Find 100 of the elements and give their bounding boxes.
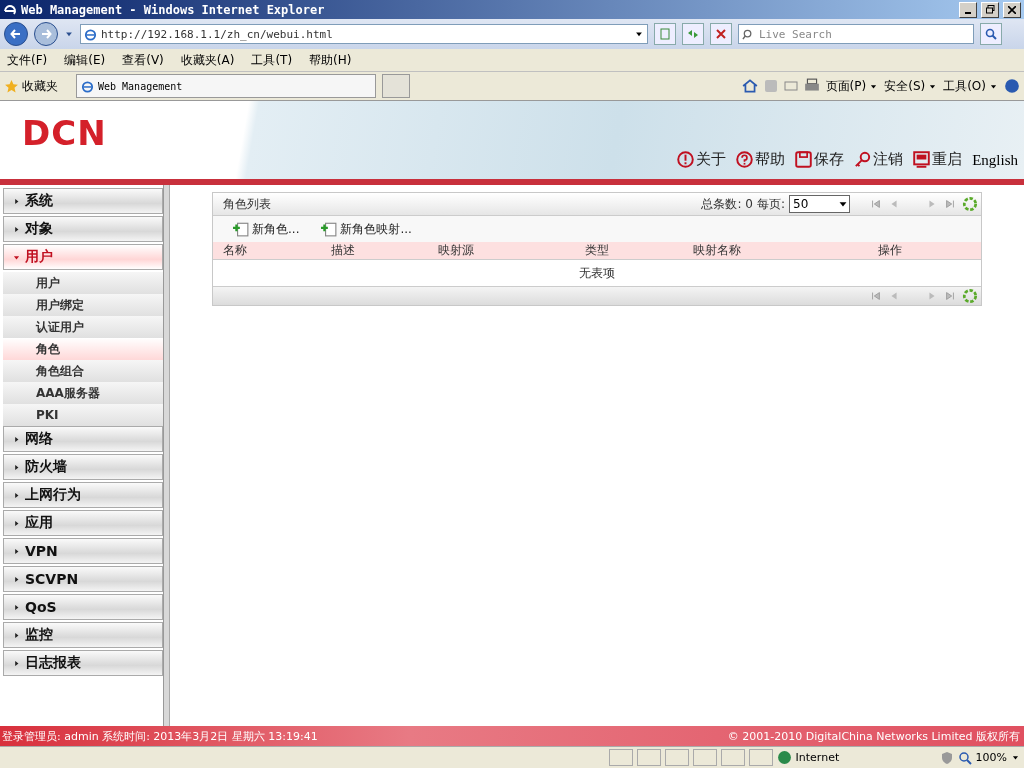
sidebar-group[interactable]: 对象 xyxy=(3,216,163,242)
column-header: 名称 xyxy=(223,242,248,259)
favorites-button[interactable]: 收藏夹 xyxy=(4,77,58,95)
command-menu[interactable]: 页面(P) xyxy=(825,77,879,95)
panel-title: 角色列表 xyxy=(223,195,271,213)
header-link[interactable]: 注销 xyxy=(854,150,904,169)
caret-icon xyxy=(1011,753,1020,762)
menu-item[interactable]: 帮助(H) xyxy=(309,51,352,69)
caret-right-icon xyxy=(12,434,21,444)
close-button[interactable] xyxy=(1003,1,1021,18)
minimize-button[interactable] xyxy=(959,1,977,18)
caret-right-icon xyxy=(12,546,21,556)
sidebar-group[interactable]: SCVPN xyxy=(3,566,163,592)
per-page-label: 每页: xyxy=(756,195,785,213)
home-icon xyxy=(741,78,758,94)
restore-button[interactable] xyxy=(981,1,999,18)
search-field[interactable]: Live Search xyxy=(738,24,974,44)
menu-item[interactable]: 收藏夹(A) xyxy=(180,51,235,69)
close-icon xyxy=(1008,5,1016,14)
search-button[interactable] xyxy=(980,23,1002,45)
sidebar-group[interactable]: QoS xyxy=(3,594,163,620)
zone-label: Internet xyxy=(795,751,841,764)
column-header: 映射名称 xyxy=(693,242,742,259)
sidebar-item[interactable]: 认证用户 xyxy=(3,316,163,338)
arrow-left-icon xyxy=(10,28,22,40)
sidebar-group[interactable]: 用户 xyxy=(3,244,163,270)
column-header: 映射源 xyxy=(438,242,475,259)
refresh-icon xyxy=(962,196,978,212)
command-menu[interactable]: 工具(O) xyxy=(943,77,998,95)
column-header: 操作 xyxy=(878,242,903,259)
exclamation-circle-icon xyxy=(677,151,695,168)
add-list-icon xyxy=(233,221,249,237)
command-menu[interactable]: 安全(S) xyxy=(884,77,938,95)
refresh-button[interactable] xyxy=(682,23,704,45)
logo: DCN xyxy=(22,113,107,153)
copyright: © 2001-2010 DigitalChina Networks Limited 版权所有 xyxy=(727,728,1020,744)
caret-right-icon xyxy=(12,224,21,234)
caret-right-icon xyxy=(12,490,21,500)
add-list-icon xyxy=(321,221,338,237)
restore-icon xyxy=(985,5,995,14)
key-icon xyxy=(854,151,872,168)
monitor-icon xyxy=(913,151,931,168)
sidebar-item[interactable]: PKI xyxy=(3,404,163,426)
printer-icon xyxy=(803,78,820,94)
empty-message: 无表项 xyxy=(579,264,615,282)
page-size-select[interactable]: 50 xyxy=(789,195,850,213)
header-link[interactable]: 保存 xyxy=(795,150,845,169)
header-link[interactable]: 重启 xyxy=(913,150,963,169)
zoom-level[interactable]: 100% xyxy=(975,751,1007,764)
sidebar-group[interactable]: 网络 xyxy=(3,426,163,452)
column-header: 描述 xyxy=(331,242,356,259)
caret-right-icon xyxy=(12,630,21,640)
first-page-icon xyxy=(870,198,882,210)
sidebar-group[interactable]: 日志报表 xyxy=(3,650,163,676)
forward-button[interactable] xyxy=(34,22,58,46)
stop-button[interactable] xyxy=(710,23,732,45)
address-field[interactable]: http://192.168.1.1/zh_cn/webui.html xyxy=(80,24,648,44)
caret-right-icon xyxy=(12,574,21,584)
caret-right-icon xyxy=(12,518,21,528)
sidebar-group[interactable]: 应用 xyxy=(3,510,163,536)
browser-e-icon xyxy=(3,2,17,17)
page-icon xyxy=(658,27,672,41)
sidebar-group[interactable]: 监控 xyxy=(3,622,163,648)
browser-e-icon xyxy=(81,79,94,93)
arrow-right-icon xyxy=(40,28,52,40)
browser-tab[interactable]: Web Management xyxy=(76,74,376,98)
caret-right-icon xyxy=(12,196,21,206)
sidebar-item[interactable]: AAA服务器 xyxy=(3,382,163,404)
refresh-icon xyxy=(962,288,978,304)
sidebar-group[interactable]: 防火墙 xyxy=(3,454,163,480)
total-count: 总条数: 0 xyxy=(701,195,753,213)
close-icon xyxy=(714,27,728,41)
sidebar-item[interactable]: 角色 xyxy=(3,338,163,360)
first-page-icon xyxy=(870,290,882,302)
sidebar-group[interactable]: VPN xyxy=(3,538,163,564)
shield-icon xyxy=(939,750,954,765)
language-link[interactable]: English xyxy=(972,152,1018,169)
header-link[interactable]: 帮助 xyxy=(736,150,786,169)
sidebar-group[interactable]: 系统 xyxy=(3,188,163,214)
header-link[interactable]: 关于 xyxy=(677,150,727,169)
sidebar-item[interactable]: 用户绑定 xyxy=(3,294,163,316)
add-button[interactable]: 新角色映射... xyxy=(321,220,412,238)
caret-right-icon xyxy=(12,462,21,472)
sidebar-item[interactable]: 角色组合 xyxy=(3,360,163,382)
back-button[interactable] xyxy=(4,22,28,46)
caret-right-icon xyxy=(12,602,21,612)
window-title: Web Management - Windows Internet Explorer xyxy=(21,2,326,17)
sidebar-group[interactable]: 上网行为 xyxy=(3,482,163,508)
menu-item[interactable]: 查看(V) xyxy=(122,51,164,69)
sidebar-item[interactable]: 用户 xyxy=(3,272,163,294)
add-button[interactable]: 新角色... xyxy=(233,220,300,238)
menu-item[interactable]: 编辑(E) xyxy=(64,51,106,69)
column-header: 类型 xyxy=(585,242,610,259)
browser-e-icon xyxy=(84,27,97,41)
menu-item[interactable]: 工具(T) xyxy=(251,51,293,69)
caret-right-icon xyxy=(12,658,21,668)
menu-item[interactable]: 文件(F) xyxy=(7,51,48,69)
login-info: 登录管理员: admin 系统时间: 2013年3月2日 星期六 13:19:41 xyxy=(2,728,318,744)
last-page-icon xyxy=(944,198,956,210)
last-page-icon xyxy=(944,290,956,302)
